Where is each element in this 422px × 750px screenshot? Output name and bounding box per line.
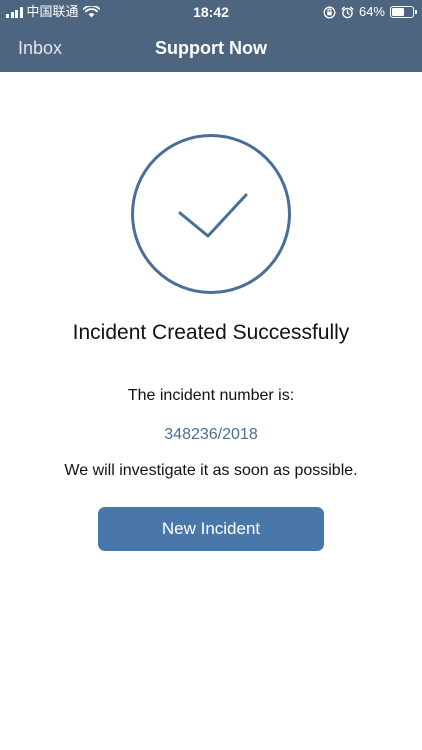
incident-result: Incident Created Successfully The incide… (0, 72, 422, 750)
alarm-icon (341, 6, 354, 18)
orientation-lock-icon (323, 6, 336, 18)
page-title: Support Now (155, 38, 267, 58)
battery-icon (390, 6, 417, 18)
app-header: 中国联通 18:42 64% Inbox Support Now (0, 0, 422, 72)
battery-percent: 64% (358, 4, 385, 19)
status-bar: 中国联通 18:42 64% (0, 0, 422, 24)
new-incident-button[interactable]: New Incident (98, 507, 324, 551)
investigate-message: We will investigate it as soon as possib… (64, 462, 358, 479)
incident-number-label: The incident number is: (127, 387, 295, 404)
success-title: Incident Created Successfully (72, 321, 350, 344)
battery-level (392, 8, 405, 16)
status-right: 64% (323, 4, 417, 20)
incident-number: 348236/2018 (164, 426, 258, 443)
checkmark-circle-icon (130, 133, 292, 295)
